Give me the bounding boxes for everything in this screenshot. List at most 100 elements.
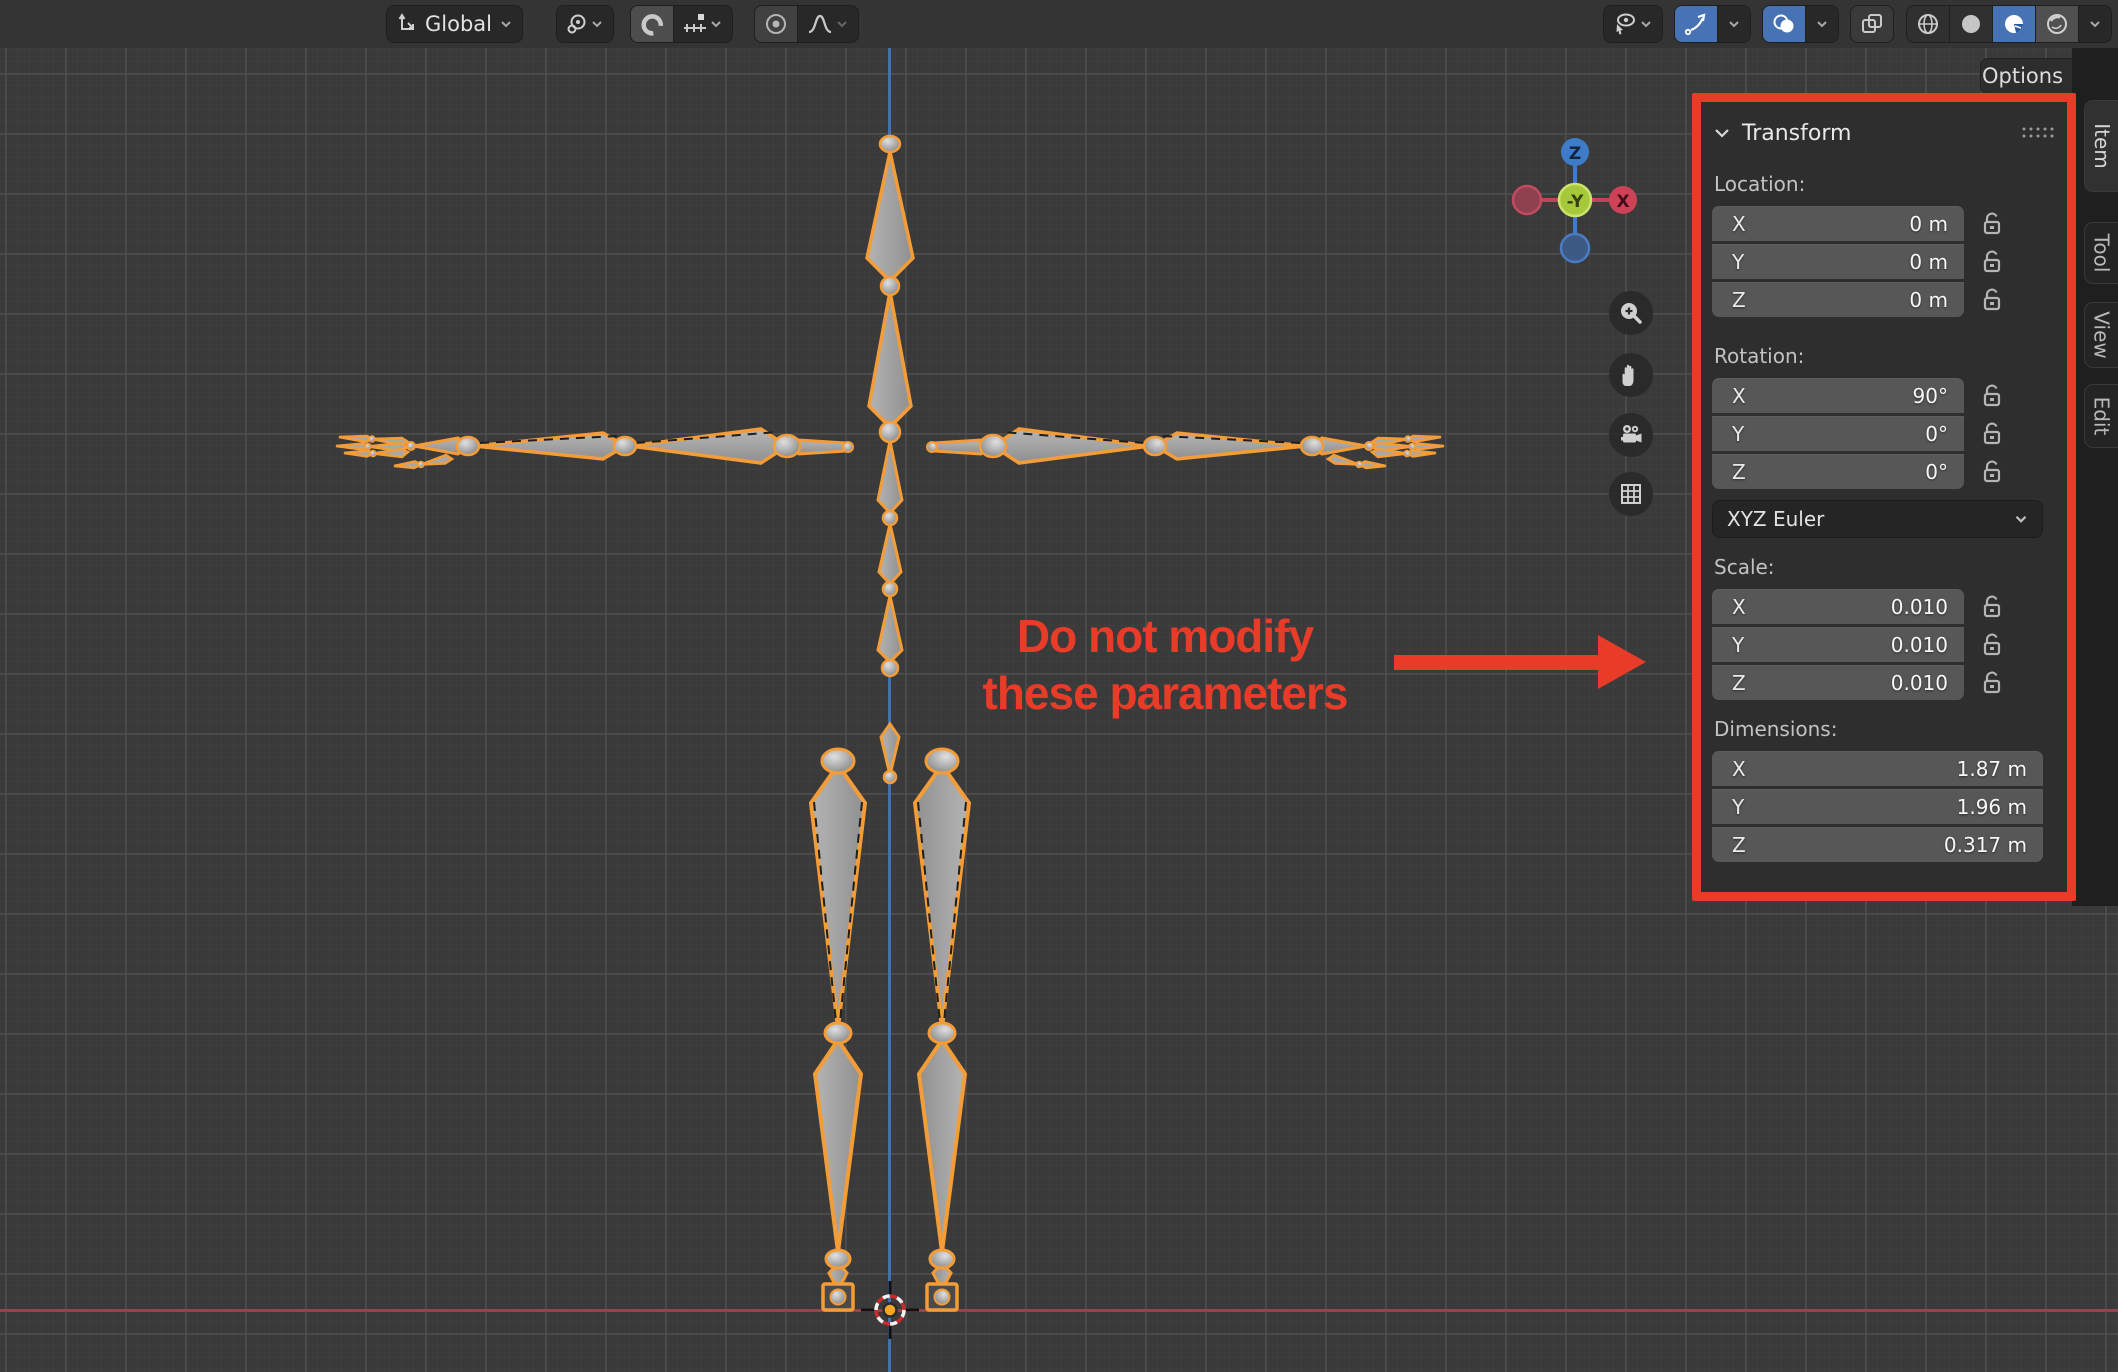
field-value: 0.317 m: [1944, 833, 2027, 857]
sidebar-tab-view[interactable]: View: [2084, 302, 2118, 368]
lock-icon[interactable]: [1979, 210, 2005, 238]
shading-mode-group: [1906, 5, 2112, 43]
shading-dropdown[interactable]: [2078, 6, 2111, 42]
xray-toggle-button[interactable]: [1850, 5, 1894, 43]
location-fields: X 0 m Y 0 m Z 0 m: [1712, 206, 2056, 317]
left-leg-bones[interactable]: [811, 749, 865, 1310]
gizmo-neg-z-ball[interactable]: [1561, 234, 1589, 262]
snap-toggle-button[interactable]: [631, 6, 673, 42]
shading-rendered-button[interactable]: [2035, 6, 2078, 42]
axis-label: Z: [1732, 833, 1746, 857]
shading-solid-button[interactable]: [1949, 6, 1992, 42]
rotation-z-field[interactable]: Z 0°: [1712, 454, 1964, 489]
camera-view-button[interactable]: [1609, 413, 1653, 457]
field-value: 1.96 m: [1957, 795, 2027, 819]
shading-rendered-icon: [2044, 11, 2070, 37]
spine-bones[interactable]: [867, 136, 913, 783]
snap-settings-dropdown[interactable]: [673, 6, 732, 42]
field-value: 0.010: [1891, 671, 1948, 695]
field-value: 0°: [1925, 460, 1948, 484]
panel-collapse-chevron-icon[interactable]: [1712, 123, 1732, 143]
overlays-toggle-button[interactable]: [1763, 6, 1805, 42]
rotation-x-field[interactable]: X 90°: [1712, 378, 1964, 413]
axis-label: Z: [1732, 288, 1746, 312]
gizmos-dropdown[interactable]: [1717, 6, 1750, 42]
axis-label: X: [1732, 384, 1746, 408]
viewport-header: Global: [0, 0, 2118, 48]
left-arm-bones[interactable]: [336, 429, 853, 468]
panel-title: Transform: [1742, 121, 2020, 146]
panel-drag-handle-icon[interactable]: [2020, 125, 2056, 141]
hand-icon: [1617, 361, 1645, 389]
snapping-group: [630, 5, 733, 43]
lock-icon[interactable]: [1979, 631, 2005, 659]
sidebar-tab-item[interactable]: Item: [2084, 100, 2118, 192]
proportional-edit-toggle[interactable]: [755, 6, 797, 42]
right-leg-bones[interactable]: [915, 749, 969, 1310]
annotation-line2: these parameters: [930, 665, 1400, 722]
zoom-button[interactable]: [1609, 291, 1653, 335]
overlays-toggle-icon: [1771, 11, 1797, 37]
dimensions-z-field[interactable]: Z 0.317 m: [1712, 827, 2043, 862]
orientation-label: Global: [419, 12, 498, 36]
dimensions-fields: X 1.87 m Y 1.96 m Z 0.317 m: [1712, 751, 2056, 862]
falloff-dropdown[interactable]: [797, 6, 858, 42]
gizmo-neg-x-ball[interactable]: [1513, 186, 1541, 214]
axis-label: X: [1732, 757, 1746, 781]
gizmo-neg-y-label: -Y: [1567, 192, 1585, 212]
lock-icon[interactable]: [1979, 248, 2005, 276]
axis-label: Z: [1732, 671, 1746, 695]
dimensions-y-field[interactable]: Y 1.96 m: [1712, 789, 2043, 824]
object-origin-dot: [884, 1304, 897, 1317]
chevron-down-icon: [589, 16, 605, 32]
lock-icon[interactable]: [1979, 593, 2005, 621]
right-arm-bones[interactable]: [927, 429, 1444, 468]
lock-icon[interactable]: [1979, 382, 2005, 410]
location-y-field[interactable]: Y 0 m: [1712, 244, 1964, 279]
gizmos-toggle-button[interactable]: [1675, 6, 1717, 42]
scale-label: Scale:: [1714, 555, 2056, 579]
shading-material-icon: [2001, 11, 2027, 37]
overlays-group: [1762, 5, 1839, 43]
overlays-dropdown[interactable]: [1805, 6, 1838, 42]
transform-orientation-dropdown[interactable]: Global: [386, 5, 523, 43]
orthographic-toggle-button[interactable]: [1609, 472, 1653, 516]
axis-label: Y: [1732, 250, 1744, 274]
shading-wireframe-button[interactable]: [1907, 6, 1949, 42]
lock-icon[interactable]: [1979, 669, 2005, 697]
dimensions-label: Dimensions:: [1714, 717, 2056, 741]
field-value: 0 m: [1909, 288, 1948, 312]
sidebar-tab-tool[interactable]: Tool: [2084, 222, 2118, 284]
annotation-arrow: [1394, 632, 1650, 692]
dimensions-x-field[interactable]: X 1.87 m: [1712, 751, 2043, 786]
rotation-mode-dropdown[interactable]: XYZ Euler: [1712, 500, 2043, 538]
chevron-down-icon: [834, 16, 850, 32]
lock-icon[interactable]: [1979, 420, 2005, 448]
shading-solid-icon: [1958, 11, 1984, 37]
pan-button[interactable]: [1609, 353, 1653, 397]
location-x-field[interactable]: X 0 m: [1712, 206, 1964, 241]
sidebar-tab-edit[interactable]: Edit: [2084, 384, 2118, 448]
proportional-editing-icon: [763, 11, 789, 37]
field-value: 0 m: [1909, 212, 1948, 236]
gizmos-group: [1674, 5, 1751, 43]
rotation-y-field[interactable]: Y 0°: [1712, 416, 1964, 451]
proportional-edit-group: [754, 5, 859, 43]
pivot-point-dropdown[interactable]: [556, 5, 614, 43]
visibility-dropdown[interactable]: [1603, 5, 1663, 43]
rotation-mode-value: XYZ Euler: [1727, 507, 1824, 531]
lock-icon[interactable]: [1979, 286, 2005, 314]
scale-x-field[interactable]: X 0.010: [1712, 589, 1964, 624]
scale-z-field[interactable]: Z 0.010: [1712, 665, 1964, 700]
snap-increment-icon: [682, 11, 708, 37]
scale-y-field[interactable]: Y 0.010: [1712, 627, 1964, 662]
shading-material-button[interactable]: [1992, 6, 2035, 42]
show-gizmo-eye-icon: [1612, 11, 1638, 37]
field-value: 0.010: [1891, 595, 1948, 619]
lock-icon[interactable]: [1979, 458, 2005, 486]
navigation-gizmo[interactable]: Z X -Y: [1505, 130, 1645, 270]
gizmos-toggle-icon: [1683, 11, 1709, 37]
location-z-field[interactable]: Z 0 m: [1712, 282, 1964, 317]
transform-panel: Transform Location: X 0 m Y 0 m: [1698, 100, 2072, 893]
gizmo-z-label: Z: [1569, 144, 1581, 164]
